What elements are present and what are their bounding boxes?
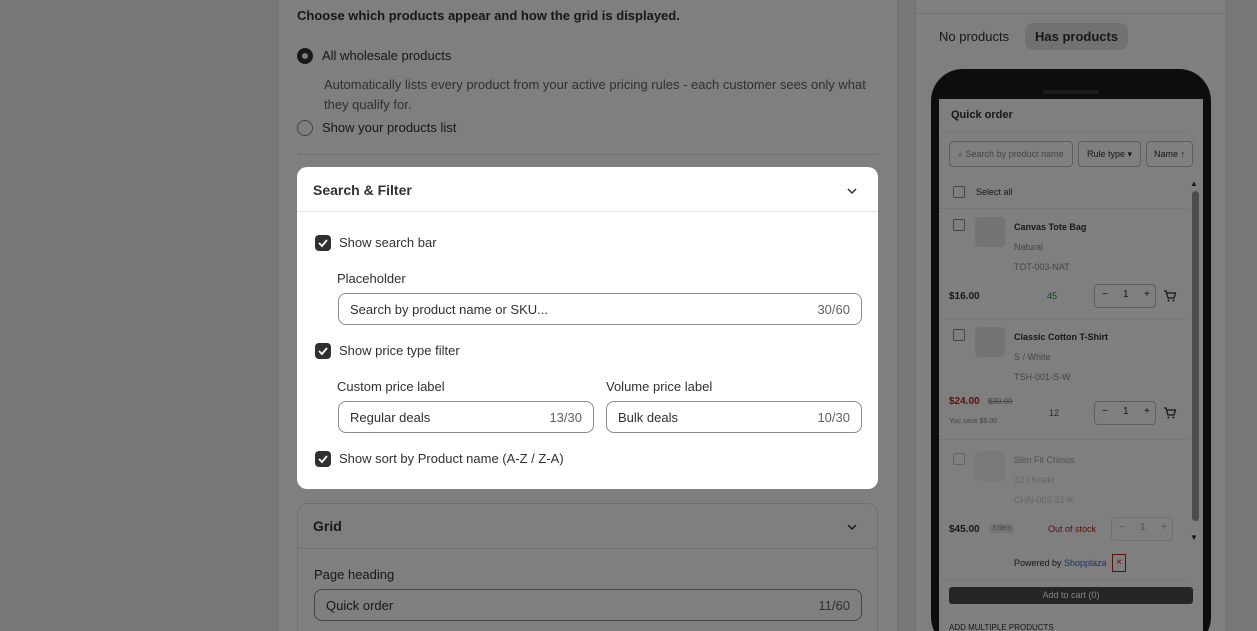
volume-price-field[interactable]: Bulk deals 10/30: [606, 401, 862, 433]
search-filter-card: Search & Filter Show search bar Placehol…: [297, 167, 878, 489]
placeholder-label: Placeholder: [337, 271, 406, 286]
placeholder-value: Search by product name or SKU...: [350, 302, 548, 317]
placeholder-count: 30/60: [817, 302, 850, 317]
show-price-type-filter-checkbox[interactable]: [315, 343, 331, 359]
show-search-bar-checkbox[interactable]: [315, 235, 331, 251]
show-sort-label: Show sort by Product name (A-Z / Z-A): [339, 451, 564, 466]
volume-price-label: Volume price label: [606, 379, 713, 394]
placeholder-field[interactable]: Search by product name or SKU... 30/60: [338, 293, 862, 325]
search-filter-title: Search & Filter: [313, 182, 412, 198]
volume-price-value: Bulk deals: [618, 410, 678, 425]
show-price-type-filter-label: Show price type filter: [339, 343, 460, 358]
chevron-down-icon[interactable]: [847, 186, 857, 196]
show-sort-checkbox[interactable]: [315, 451, 331, 467]
search-filter-divider: [297, 211, 878, 212]
volume-price-count: 10/30: [817, 410, 850, 425]
custom-price-count: 13/30: [549, 410, 582, 425]
custom-price-value: Regular deals: [350, 410, 431, 425]
custom-price-field[interactable]: Regular deals 13/30: [338, 401, 594, 433]
show-search-bar-label: Show search bar: [339, 235, 437, 250]
custom-price-label: Custom price label: [337, 379, 445, 394]
